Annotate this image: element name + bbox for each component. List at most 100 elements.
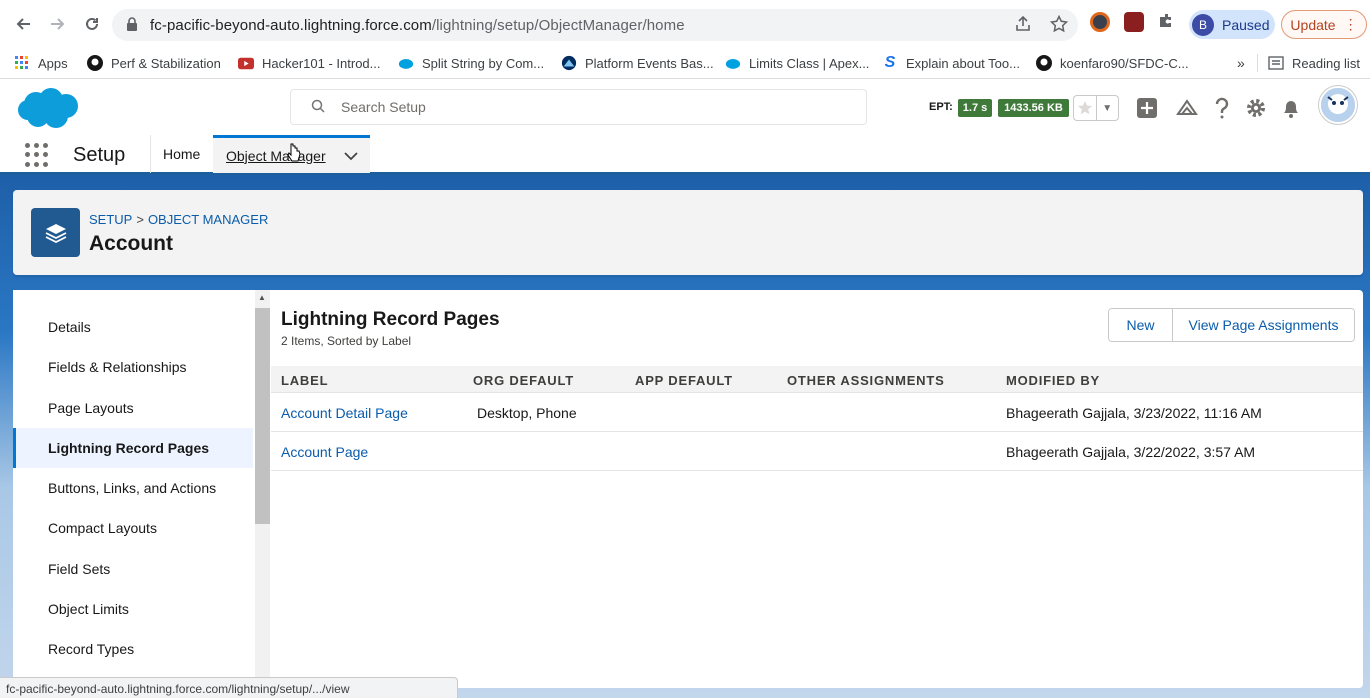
object-sidebar: Details Fields & Relationships Page Layo… (13, 290, 253, 688)
sidebar-item-record-types[interactable]: Record Types (13, 629, 253, 669)
sidebar-item-buttons-links-actions[interactable]: Buttons, Links, and Actions (13, 468, 253, 508)
global-header: Search Setup EPT: 1.7 s 1433.56 KB ▼ (0, 80, 1370, 135)
record-pages-table: LABEL ORG DEFAULT APP DEFAULT OTHER ASSI… (271, 366, 1363, 471)
notifications-bell-icon[interactable] (1279, 96, 1303, 120)
sidebar-item-lightning-record-pages[interactable]: Lightning Record Pages (13, 428, 253, 468)
breadcrumb-setup[interactable]: SETUP (89, 212, 132, 227)
extension-dots-icon[interactable] (1124, 12, 1144, 32)
extensions-puzzle-icon[interactable] (1158, 12, 1178, 32)
bookmark-perf[interactable]: Perf & Stabilization (87, 52, 221, 74)
object-page-header: SETUP > OBJECT MANAGER Account (13, 190, 1363, 275)
bookmark-apps[interactable]: Apps (14, 52, 68, 74)
update-button[interactable]: Update ⋮ (1281, 10, 1367, 39)
sidebar-item-label: Field Sets (48, 561, 111, 577)
favorite-star-icon[interactable] (1074, 96, 1096, 120)
favorites-dropdown-icon[interactable]: ▼ (1095, 96, 1119, 120)
sidebar-item-fields-relationships[interactable]: Fields & Relationships (13, 347, 253, 387)
setup-navigation: Setup Home Object Manager (0, 135, 1370, 175)
help-icon[interactable] (1210, 96, 1234, 120)
bookmark-label: Apps (38, 55, 68, 71)
panel-subtitle: 2 Items, Sorted by Label (281, 334, 412, 348)
s-logo-icon: S (884, 54, 896, 71)
app-launcher-icon[interactable] (25, 143, 49, 167)
bookmark-split-string[interactable]: Split String by Com... (398, 52, 544, 74)
share-icon[interactable] (1014, 15, 1032, 36)
trailhead-icon (561, 55, 577, 71)
tab-object-manager-label: Object Manager (226, 147, 326, 164)
scrollbar-thumb[interactable] (255, 308, 270, 524)
column-header-label[interactable]: LABEL (281, 373, 328, 388)
reading-list-label: Reading list (1292, 55, 1360, 71)
sidebar-scrollbar[interactable]: ▲ (255, 290, 270, 688)
panel-title: Lightning Record Pages (281, 309, 500, 330)
row-modified-by: Bhageerath Gajjala, 3/23/2022, 11:16 AM (1006, 405, 1262, 421)
chevron-down-icon[interactable] (343, 148, 358, 164)
bookmarks-divider (1257, 54, 1258, 72)
bookmark-label: Perf & Stabilization (111, 55, 221, 71)
sidebar-item-label: Buttons, Links, and Actions (48, 480, 217, 496)
breadcrumb: SETUP > OBJECT MANAGER (89, 212, 268, 227)
row-label-link[interactable]: Account Detail Page (281, 405, 408, 421)
sidebar-item-label: Record Types (48, 641, 135, 657)
reload-icon[interactable] (82, 14, 102, 34)
mouse-pointer-icon (287, 143, 301, 163)
trailhead-guidance-icon[interactable] (1175, 96, 1199, 120)
setup-gear-icon[interactable] (1244, 96, 1268, 120)
update-label: Update (1290, 16, 1336, 33)
column-header-modified-by[interactable]: MODIFIED BY (1006, 373, 1100, 388)
forward-arrow-icon[interactable] (48, 14, 68, 34)
sidebar-item-object-limits[interactable]: Object Limits (13, 589, 253, 629)
sidebar-item-page-layouts[interactable]: Page Layouts (13, 388, 253, 428)
extension-record-icon[interactable] (1090, 12, 1110, 32)
bookmark-koenfaro[interactable]: koenfaro90/SFDC-C... (1036, 52, 1189, 74)
github-icon (1036, 55, 1052, 71)
tab-home[interactable]: Home (150, 135, 212, 173)
sidebar-item-field-sets[interactable]: Field Sets (13, 549, 253, 589)
search-placeholder: Search Setup (341, 99, 426, 115)
sidebar-item-compact-layouts[interactable]: Compact Layouts (13, 508, 253, 548)
salesforce-logo[interactable] (16, 86, 80, 130)
sidebar-item-label: Page Layouts (48, 400, 134, 416)
sidebar-item-label: Fields & Relationships (48, 359, 187, 375)
column-header-other-assignments[interactable]: OTHER ASSIGNMENTS (787, 373, 945, 388)
youtube-icon (238, 55, 254, 71)
back-arrow-icon[interactable] (13, 14, 33, 34)
salesforce-cloud-icon (398, 55, 414, 71)
column-header-app-default[interactable]: APP DEFAULT (635, 373, 733, 388)
row-modified-by: Bhageerath Gajjala, 3/22/2022, 3:57 AM (1006, 444, 1256, 460)
bookmarks-overflow-button[interactable]: » (1237, 52, 1245, 74)
profile-button[interactable]: B Paused (1189, 10, 1275, 39)
reading-list-button[interactable]: Reading list (1268, 52, 1360, 74)
github-icon (87, 55, 103, 71)
bookmark-explain-about[interactable]: S Explain about Too... (882, 52, 1020, 74)
column-header-org-default[interactable]: ORG DEFAULT (473, 373, 574, 388)
sidebar-item-label: Details (48, 319, 91, 335)
breadcrumb-object-manager[interactable]: OBJECT MANAGER (148, 212, 268, 227)
bookmark-label: Explain about Too... (906, 55, 1020, 71)
salesforce-cloud-icon (725, 55, 741, 71)
profile-status: Paused (1222, 16, 1270, 33)
search-icon (311, 99, 325, 116)
tab-home-label: Home (163, 146, 201, 162)
scroll-up-arrow-icon[interactable]: ▲ (258, 293, 266, 302)
bookmark-star-icon[interactable] (1049, 14, 1069, 36)
ept-size-badge: 1433.56 KB (998, 99, 1069, 117)
app-name: Setup (73, 144, 126, 166)
object-layers-icon (31, 208, 80, 257)
address-bar[interactable]: fc-pacific-beyond-auto.lightning.force.c… (112, 9, 1078, 41)
sidebar-item-label: Compact Layouts (48, 520, 157, 536)
view-page-assignments-button[interactable]: View Page Assignments (1173, 309, 1354, 341)
lock-icon[interactable] (126, 16, 138, 34)
new-button[interactable]: New (1109, 309, 1173, 341)
page-title: Account (89, 232, 173, 255)
user-avatar[interactable] (1319, 86, 1357, 124)
table-row: Account Page Bhageerath Gajjala, 3/22/20… (271, 432, 1363, 471)
sidebar-item-details[interactable]: Details (13, 307, 253, 347)
global-actions-icon[interactable] (1135, 96, 1159, 120)
bookmark-limits-class[interactable]: Limits Class | Apex... (725, 52, 869, 74)
search-setup-input[interactable]: Search Setup (290, 89, 867, 125)
bookmark-hacker101[interactable]: Hacker101 - Introd... (238, 52, 381, 74)
row-label-link[interactable]: Account Page (281, 444, 368, 460)
bookmark-platform-events[interactable]: Platform Events Bas... (561, 52, 714, 74)
url-text: fc-pacific-beyond-auto.lightning.force.c… (150, 17, 685, 34)
